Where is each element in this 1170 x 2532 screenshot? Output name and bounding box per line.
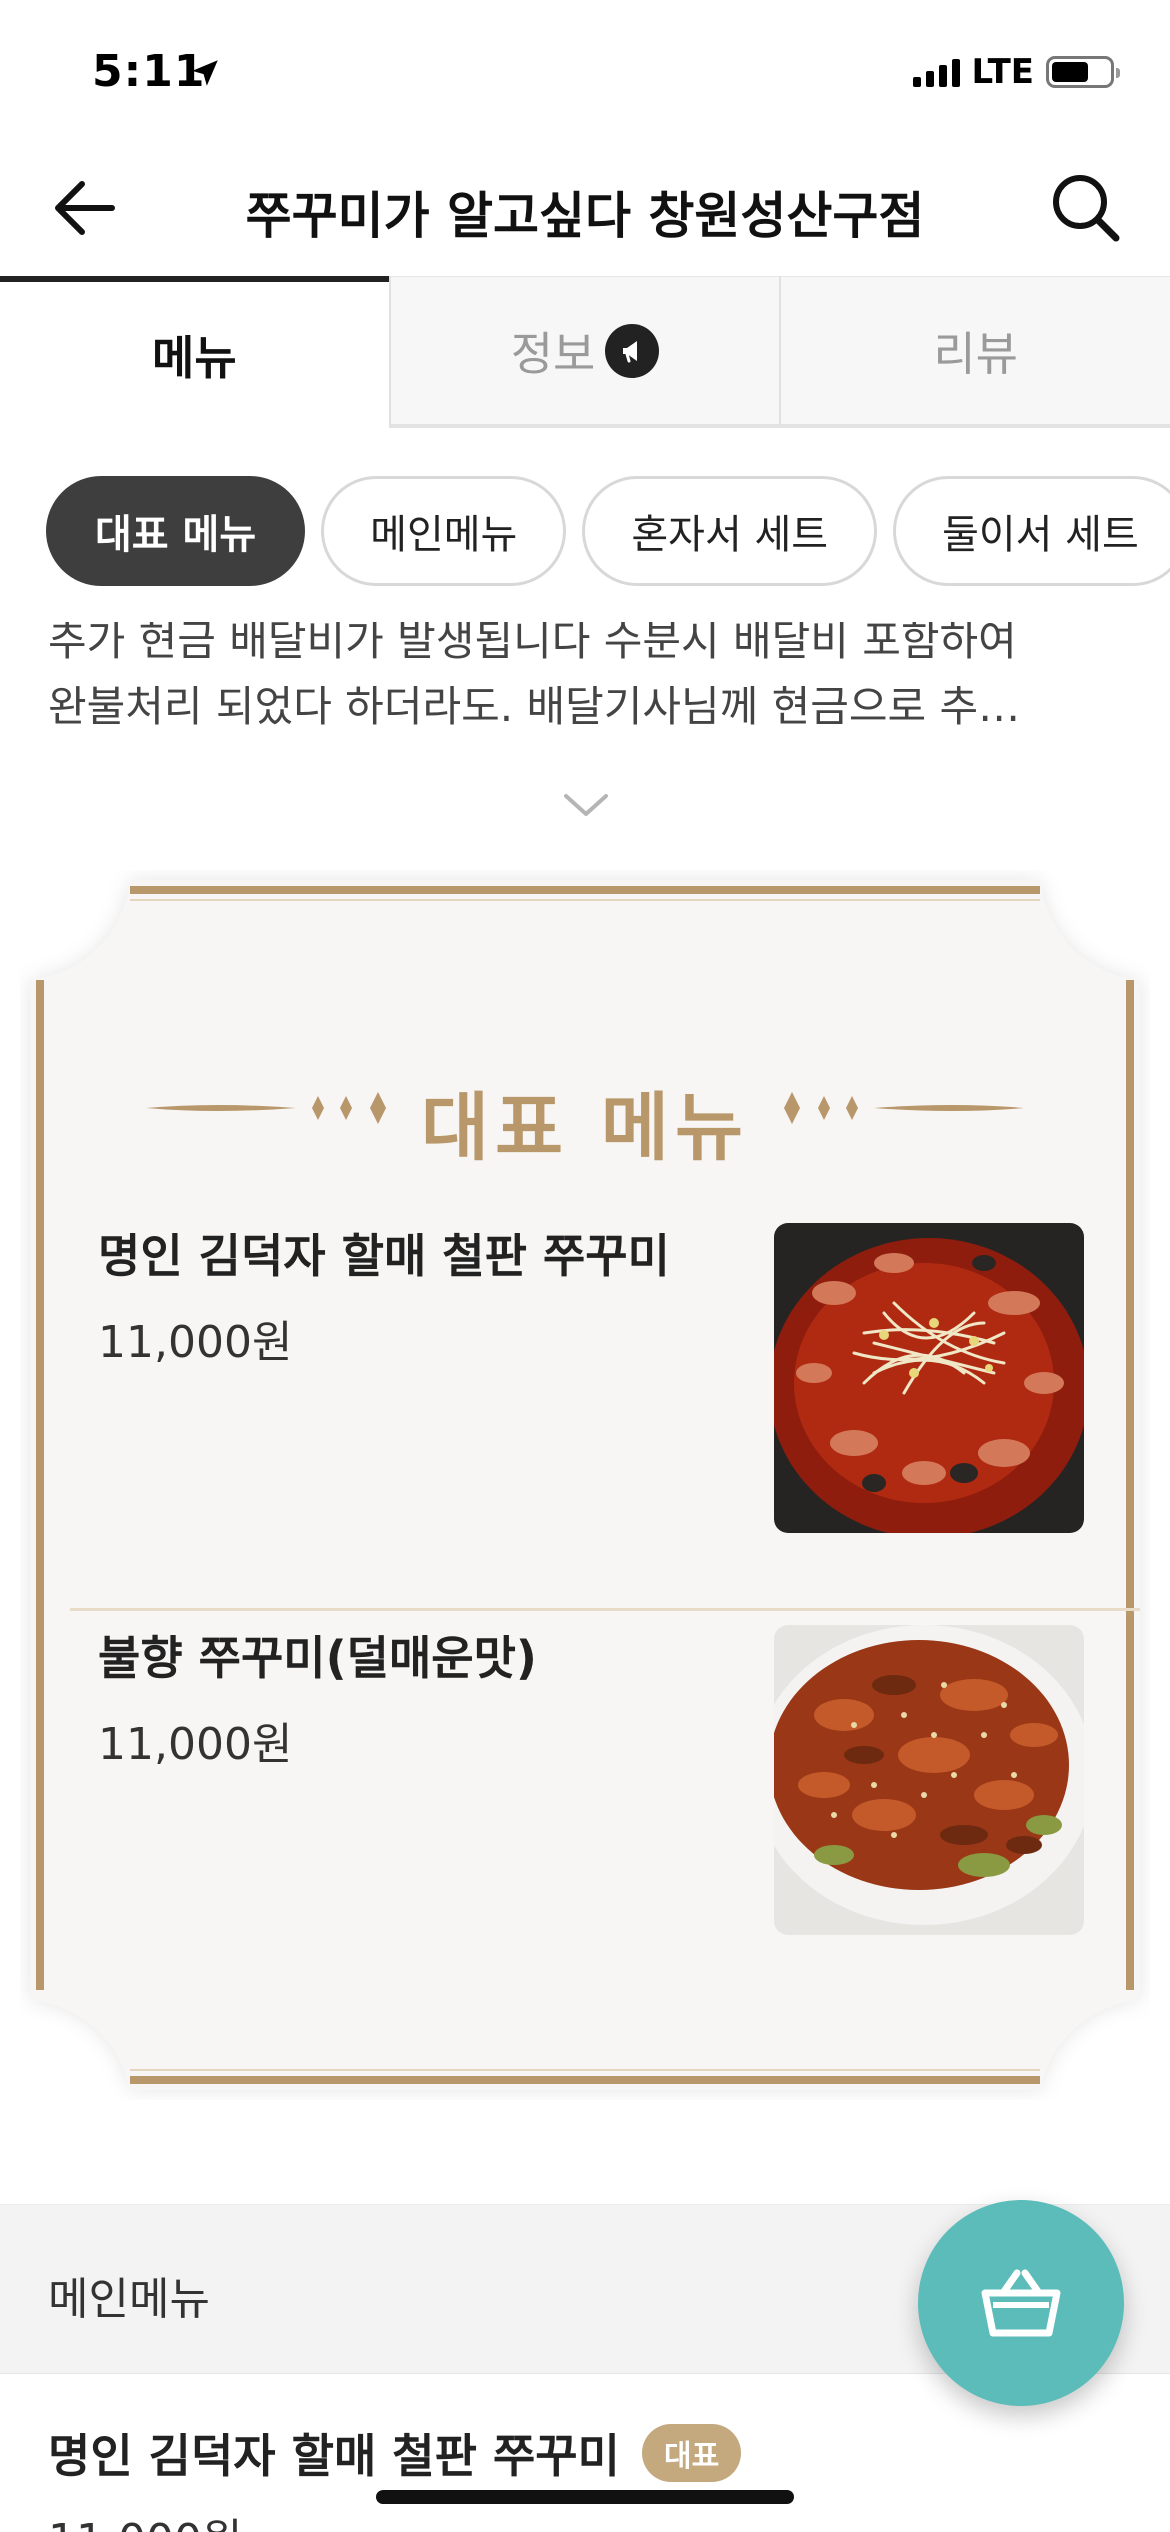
tab-menu[interactable]: 메뉴: [0, 276, 389, 428]
tab-info[interactable]: 정보: [388, 276, 780, 428]
ornament-right-icon: [784, 1092, 1024, 1124]
app-header: 쭈꾸미가 알고싶다 창원성산구점: [0, 140, 1170, 276]
chip-solo-set[interactable]: 혼자서 세트: [582, 476, 878, 586]
cart-button[interactable]: [918, 2200, 1124, 2406]
battery-icon: [1046, 56, 1120, 88]
featured-item-price: 11,000원: [98, 1719, 293, 1770]
store-notice: 추가 현금 배달비가 발생됩니다 수분시 배달비 포함하여 완불처리 되었다 하…: [48, 622, 1128, 754]
menu-item-name: 명인 김덕자 할매 철판 쭈꾸미: [48, 2429, 620, 2483]
menu-item-price: 11,000원: [48, 2504, 242, 2532]
megaphone-icon: [605, 323, 660, 378]
signal-icon: [912, 57, 960, 87]
notice-line-1: 추가 현금 배달비가 발생됩니다 수분시 배달비 포함하여: [48, 622, 1017, 665]
chip-featured-menu[interactable]: 대표 메뉴: [46, 476, 306, 586]
food-photo-fire-octopus: [774, 1625, 1084, 1935]
category-chips: 대표 메뉴 메인메뉴 혼자서 세트 둘이서 세트: [46, 476, 1170, 588]
basket-icon: [981, 2269, 1061, 2337]
location-arrow-icon: [192, 60, 218, 86]
network-label: LTE: [971, 52, 1034, 92]
notice-line-2: 완불처리 되었다 하더라도. 배달기사님께 현금으로 추…: [48, 682, 1021, 731]
chevron-down-icon[interactable]: [560, 786, 612, 822]
status-bar: 5:11 LTE: [0, 0, 1170, 140]
featured-item[interactable]: 명인 김덕자 할매 철판 쭈꾸미 11,000원: [50, 1220, 1120, 1533]
search-icon[interactable]: [1048, 170, 1124, 246]
chip-duo-set[interactable]: 둘이서 세트: [893, 476, 1170, 586]
food-photo-octopus-sprouts: [774, 1223, 1084, 1533]
home-indicator: [376, 2490, 794, 2504]
featured-item[interactable]: 불향 쭈꾸미(덜매운맛) 11,000원: [50, 1622, 1120, 1935]
page-title: 쭈꾸미가 알고싶다 창원성산구점: [245, 187, 925, 245]
chip-main-menu[interactable]: 메인메뉴: [321, 476, 567, 586]
featured-item-name: 불향 쭈꾸미(덜매운맛): [98, 1631, 537, 1685]
tab-info-label: 정보: [510, 326, 596, 381]
featured-menu-card: 대표 메뉴 명인 김덕자 할매 철판 쭈꾸미 11,000원 불향 쭈꾸미(덜매…: [20, 870, 1150, 2100]
tab-review-label: 리뷰: [933, 326, 1018, 381]
status-indicators: LTE: [912, 52, 1120, 92]
tab-review[interactable]: 리뷰: [779, 276, 1170, 428]
featured-item-price: 11,000원: [98, 1317, 293, 1368]
section-title: 메인메뉴: [48, 2274, 210, 2325]
featured-item-name: 명인 김덕자 할매 철판 쭈꾸미: [98, 1229, 670, 1283]
tab-bar: 메뉴 정보 리뷰: [0, 276, 1170, 428]
featured-badge: 대표: [642, 2424, 742, 2482]
tab-menu-label: 메뉴: [152, 331, 237, 385]
featured-divider: [70, 1608, 1140, 1611]
